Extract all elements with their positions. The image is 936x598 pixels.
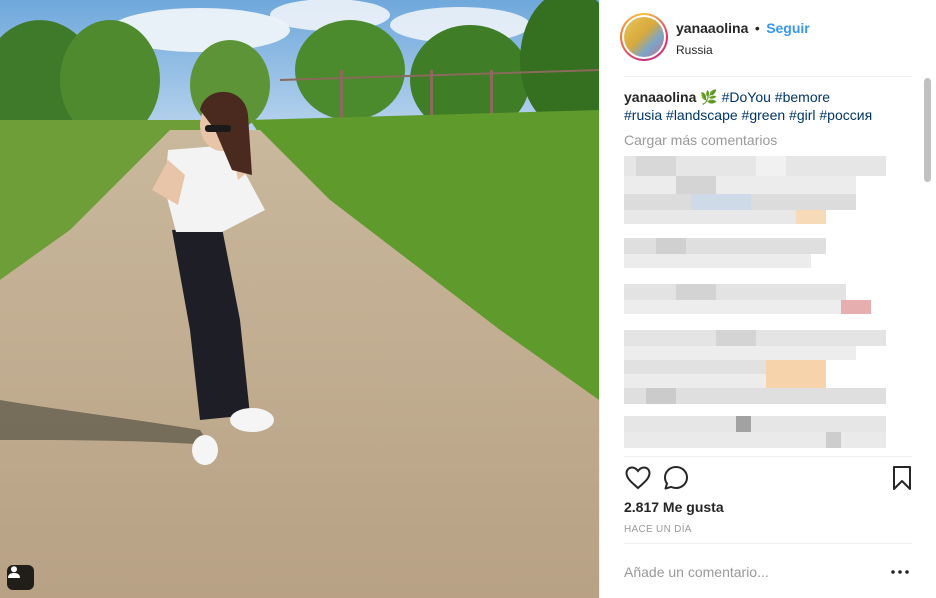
- hashtag-link[interactable]: #DoYou: [722, 89, 771, 105]
- post-side-panel: yanaaolina • Seguir Russia yanaaolina 🌿 …: [599, 0, 936, 598]
- avatar[interactable]: [620, 13, 668, 61]
- caption: yanaaolina 🌿 #DoYou #bemore #rusia #land…: [624, 88, 919, 124]
- save-button[interactable]: [888, 464, 916, 492]
- actions-divider: [624, 456, 912, 457]
- location-link[interactable]: Russia: [676, 43, 810, 57]
- more-options-button[interactable]: [889, 563, 911, 581]
- tagged-users-button[interactable]: [7, 565, 34, 590]
- follow-separator: •: [754, 20, 760, 36]
- hashtag-link[interactable]: #green: [742, 107, 786, 123]
- hashtag-link[interactable]: #girl: [789, 107, 815, 123]
- post-photo[interactable]: [0, 0, 599, 598]
- hashtag-link[interactable]: #россия: [819, 107, 872, 123]
- hashtag-link[interactable]: #rusia: [624, 107, 662, 123]
- comments-list[interactable]: yanaaolina 🌿 #DoYou #bemore #rusia #land…: [624, 88, 919, 456]
- hashtag-link[interactable]: #landscape: [666, 107, 738, 123]
- follow-button[interactable]: Seguir: [766, 20, 810, 36]
- caption-username[interactable]: yanaaolina: [624, 89, 696, 105]
- heart-icon: [625, 466, 651, 490]
- username-link[interactable]: yanaaolina: [676, 20, 748, 36]
- bookmark-icon: [893, 466, 911, 490]
- load-more-comments-button[interactable]: Cargar más comentarios: [624, 132, 919, 148]
- caption-emoji: 🌿: [700, 89, 718, 105]
- comments-scrollbar[interactable]: [924, 78, 931, 182]
- header-divider: [624, 76, 912, 77]
- photo-scene: [0, 0, 599, 598]
- likes-count[interactable]: 2.817 Me gusta: [624, 499, 724, 515]
- composer-divider: [624, 543, 912, 544]
- like-button[interactable]: [624, 464, 652, 492]
- post-timestamp[interactable]: HACE UN DÍA: [624, 524, 692, 535]
- user-tag-icon: [8, 566, 20, 578]
- action-bar: [624, 464, 914, 494]
- pixelated-comments: [624, 156, 886, 448]
- hashtag-link[interactable]: #bemore: [775, 89, 830, 105]
- comment-button[interactable]: [662, 464, 690, 492]
- comment-input[interactable]: [624, 560, 874, 584]
- more-options-icon: [891, 570, 909, 574]
- comment-bubble-icon: [664, 466, 688, 490]
- post-header: yanaaolina • Seguir Russia: [600, 0, 936, 76]
